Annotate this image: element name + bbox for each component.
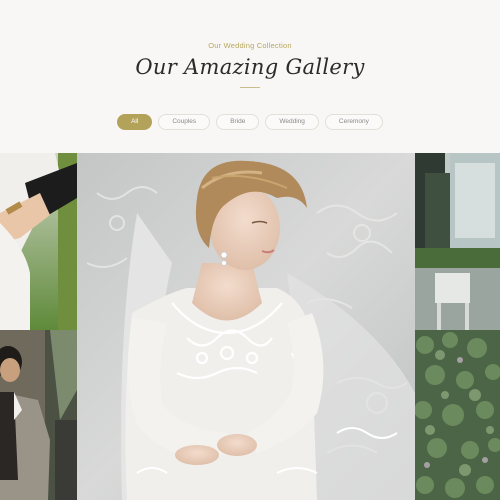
couple-hands-photo[interactable] — [0, 153, 77, 330]
gallery-header: Our Wedding Collection Our Amazing Galle… — [0, 0, 500, 153]
filter-wedding[interactable]: Wedding — [265, 114, 319, 130]
venue-window-photo[interactable] — [415, 153, 500, 330]
groom-photo[interactable] — [0, 330, 77, 500]
section-eyebrow: Our Wedding Collection — [208, 41, 292, 50]
filter-ceremony[interactable]: Ceremony — [324, 114, 383, 130]
filter-bride[interactable]: Bride — [216, 114, 260, 130]
gallery-filter-bar: All Couples Bride Wedding Ceremony — [0, 114, 500, 130]
page-title: Our Amazing Gallery — [135, 55, 365, 79]
filter-couples[interactable]: Couples — [158, 114, 211, 130]
filter-all[interactable]: All — [117, 114, 153, 130]
bride-portrait-photo[interactable] — [77, 153, 415, 500]
greenery-photo[interactable] — [415, 330, 500, 500]
title-divider — [240, 87, 260, 88]
